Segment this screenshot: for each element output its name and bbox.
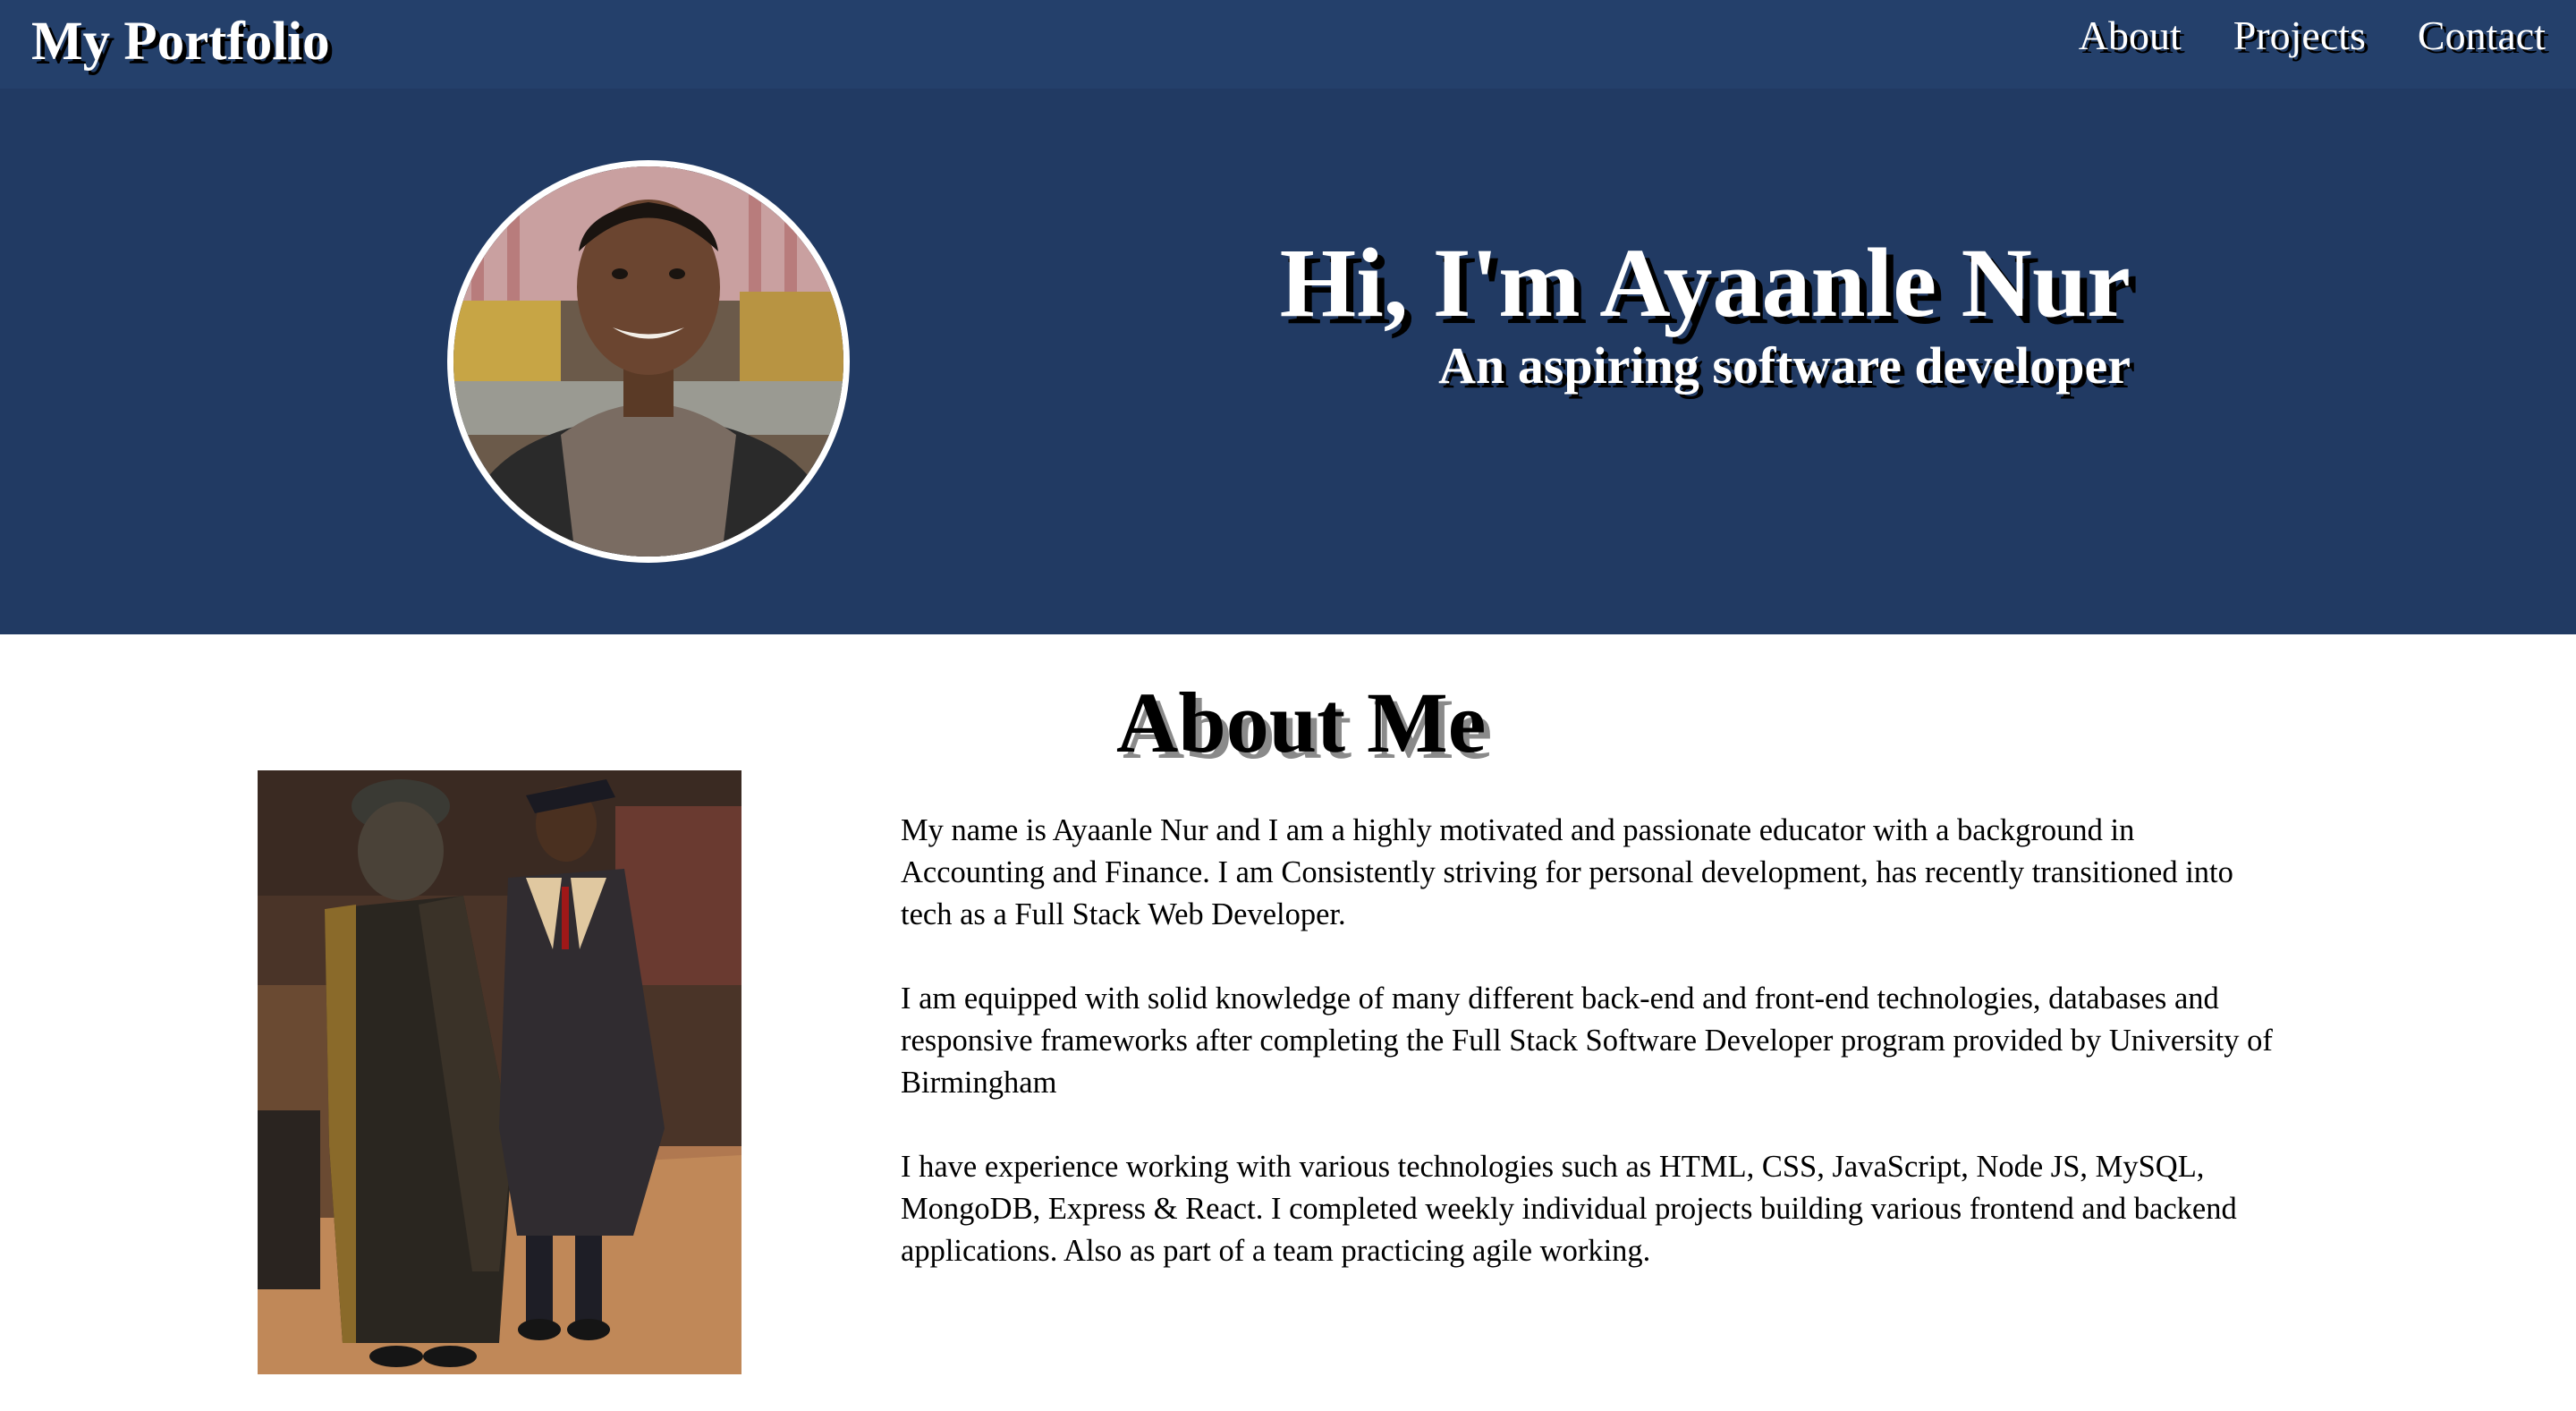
about-paragraph-3: I have experience working with various t…: [901, 1150, 2237, 1268]
about-text: My name is Ayaanle Nur and I am a highly…: [901, 810, 2278, 1314]
brand-logo-text[interactable]: My Portfolio: [31, 11, 330, 73]
graduation-photo: [258, 770, 741, 1374]
profile-avatar: [447, 160, 850, 563]
about-paragraph-1: My name is Ayaanle Nur and I am a highly…: [901, 813, 2233, 931]
hero-subtitle: An aspiring software developer: [1438, 336, 2131, 395]
about-heading: About Me: [1116, 675, 1487, 770]
about-paragraph-2: I am equipped with solid knowledge of ma…: [901, 982, 2273, 1100]
hero-text: Hi, I'm Ayaanle Nur An aspiring software…: [1279, 228, 2131, 395]
nav-link-projects[interactable]: Projects: [2233, 12, 2366, 59]
nav-link-about[interactable]: About: [2079, 12, 2182, 59]
nav-links: About Projects Contact: [2079, 12, 2546, 59]
hero-section: Hi, I'm Ayaanle Nur An aspiring software…: [0, 89, 2576, 634]
graduation-image: [258, 770, 741, 1374]
hero-title: Hi, I'm Ayaanle Nur: [1279, 228, 2131, 337]
nav-link-contact[interactable]: Contact: [2418, 12, 2546, 59]
profile-photo: [453, 166, 843, 557]
navbar: My Portfolio About Projects Contact: [0, 0, 2576, 89]
